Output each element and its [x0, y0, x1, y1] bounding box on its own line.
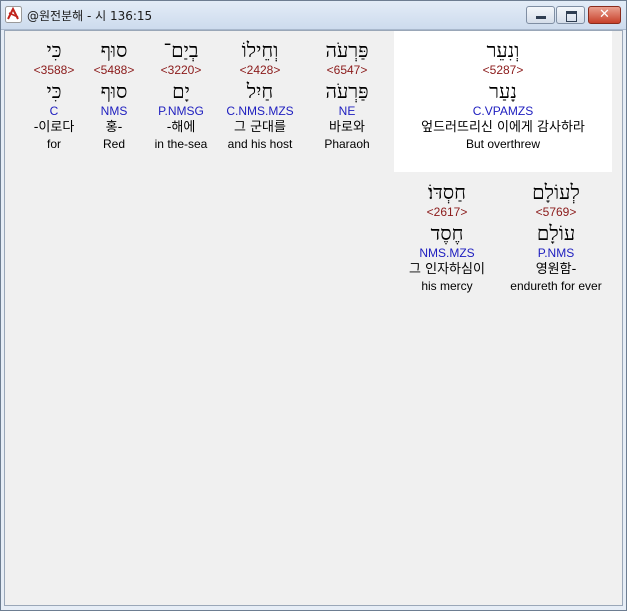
minimize-icon: [536, 16, 546, 19]
morphology-code: NMS: [100, 104, 128, 118]
morphology-code: C.VPAMZS: [472, 104, 534, 118]
lexeme: חֶסֶד: [430, 221, 464, 245]
title-bar[interactable]: @원전분해 - 시 136:15 ✕: [1, 1, 626, 30]
lexeme: עוֹלָם: [536, 221, 576, 245]
lexeme: פַּרְעֹה: [325, 79, 369, 103]
hebrew-word: וְנִעֵר: [486, 38, 520, 62]
english-gloss: Red: [102, 137, 125, 151]
korean-gloss: -해에: [166, 120, 196, 135]
hebrew-word: לְעוֹלָם: [532, 180, 580, 204]
close-button[interactable]: ✕: [588, 6, 621, 24]
maximize-icon: [566, 11, 577, 22]
morphology-code: P.NMSG: [158, 104, 204, 118]
close-icon: ✕: [599, 7, 610, 22]
word-cell[interactable]: לְעוֹלָם <5769> עוֹלָם P.NMS 영원함- endure…: [502, 179, 610, 294]
english-gloss: endureth for ever: [510, 279, 602, 293]
window-title: @원전분해 - 시 136:15: [27, 9, 153, 23]
korean-gloss: 그 군대를: [234, 120, 286, 135]
hebrew-word: פַּרְעֹה: [325, 38, 369, 62]
word-cell[interactable]: חַסְדּוֹ׃ <2617> חֶסֶד NMS.MZS 그 인자하심이 h…: [396, 179, 498, 294]
english-gloss: in the-sea: [154, 137, 208, 151]
strong-number[interactable]: <2617>: [396, 205, 498, 220]
korean-gloss: 바로와: [329, 120, 365, 135]
korean-gloss: 홍-: [105, 120, 123, 135]
strong-number[interactable]: <6547>: [312, 63, 382, 78]
english-gloss: But overthrew: [465, 137, 541, 151]
hebrew-word: סוּף: [100, 38, 128, 62]
korean-gloss: -이로다: [33, 120, 75, 135]
strong-number[interactable]: <2428>: [220, 63, 300, 78]
morphology-code: NMS.MZS: [419, 246, 475, 260]
word-cell[interactable]: פַּרְעֹה <6547> פַּרְעֹה NE 바로와 Pharaoh: [312, 37, 382, 152]
strong-number[interactable]: <5287>: [396, 63, 610, 78]
korean-gloss: 그 인자하심이: [409, 262, 485, 277]
minimize-button[interactable]: [526, 6, 555, 24]
lexeme: נָעַר: [489, 79, 517, 103]
hebrew-word: חַסְדּוֹ׃: [428, 180, 466, 204]
app-logo-icon: [5, 6, 22, 23]
korean-gloss: 영원함-: [535, 262, 577, 277]
english-gloss: and his host: [227, 137, 293, 151]
lexeme: יָם: [172, 79, 190, 103]
word-cell[interactable]: וְחֵילוֹ <2428> חַיִל C.NMS.MZS 그 군대를 an…: [220, 37, 300, 152]
app-window: @원전분해 - 시 136:15 ✕ כִּי <3588> כִּי C -이…: [0, 0, 627, 611]
word-cell-selected[interactable]: וְנִעֵר <5287> נָעַר C.VPAMZS 엎드러뜨리신 이에게…: [396, 37, 610, 152]
english-gloss: for: [46, 137, 61, 151]
english-gloss: his mercy: [421, 279, 473, 293]
strong-number[interactable]: <5488>: [86, 63, 142, 78]
korean-gloss: 엎드러뜨리신 이에게 감사하라: [421, 120, 585, 135]
maximize-button[interactable]: [556, 6, 585, 24]
strong-number[interactable]: <5769>: [502, 205, 610, 220]
interlinear-panel: כִּי <3588> כִּי C -이로다 for סוּף <5488> …: [4, 30, 623, 606]
morphology-code: P.NMS: [537, 246, 575, 260]
word-cell[interactable]: כִּי <3588> כִּי C -이로다 for: [26, 37, 82, 152]
hebrew-word: כִּי: [46, 38, 62, 62]
word-cell[interactable]: בְיַם־ <3220> יָם P.NMSG -해에 in the-sea: [146, 37, 216, 152]
word-cell[interactable]: סוּף <5488> סוּף NMS 홍- Red: [86, 37, 142, 152]
lexeme: סוּף: [100, 79, 128, 103]
hebrew-word: בְיַם־: [163, 38, 199, 62]
lexeme: כִּי: [46, 79, 62, 103]
english-gloss: Pharaoh: [324, 137, 370, 151]
morphology-code: C.NMS.MZS: [226, 104, 294, 118]
strong-number[interactable]: <3220>: [146, 63, 216, 78]
lexeme: חַיִל: [246, 79, 274, 103]
hebrew-word: וְחֵילוֹ: [241, 38, 279, 62]
morphology-code: C: [49, 104, 59, 118]
morphology-code: NE: [338, 104, 356, 118]
strong-number[interactable]: <3588>: [26, 63, 82, 78]
